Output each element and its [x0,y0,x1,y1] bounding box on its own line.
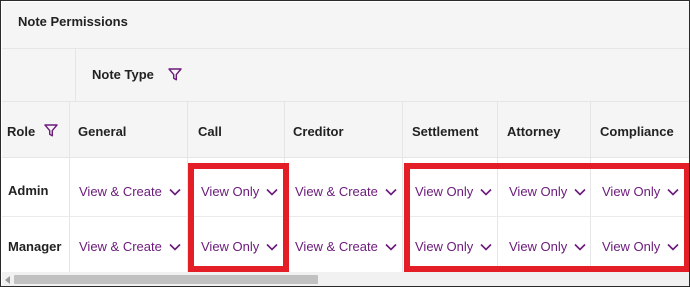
permission-dropdown[interactable]: View & Create [79,239,181,254]
dropdown-value: View & Create [79,184,162,199]
column-group-header: Note Type [2,49,689,102]
chevron-down-icon [385,188,397,196]
funnel-icon[interactable] [167,67,182,81]
column-header-creditor: Creditor [285,102,403,157]
permission-dropdown[interactable]: View & Create [295,184,397,199]
role-header-label: Role [7,124,36,139]
column-header-call: Call [188,102,285,157]
permission-dropdown[interactable]: View & Create [79,184,181,199]
column-header-row: Role General Call Creditor Settlement At… [2,102,689,158]
highlight-box-view-only-columns [404,163,689,272]
column-header-label: Creditor [293,124,344,139]
column-header-compliance: Compliance [591,102,689,157]
column-header-label: Call [198,124,222,139]
permission-cell-creditor: View & Create [285,217,403,272]
scrollbar-thumb[interactable] [14,275,318,284]
role-header-cell: Role [2,102,70,157]
chevron-down-icon [385,243,397,251]
dropdown-value: View & Create [79,239,162,254]
permission-dropdown[interactable]: View & Create [295,239,397,254]
dropdown-value: View & Create [295,184,378,199]
panel-header: Note Permissions [2,2,689,49]
permission-cell-general: View & Create [70,217,188,272]
permission-cell-creditor: View & Create [285,158,403,216]
role-label: Manager [8,239,62,254]
column-header-attorney: Attorney [498,102,591,157]
scroll-left-arrow-icon[interactable] [5,276,10,284]
column-header-settlement: Settlement [403,102,498,157]
note-permissions-panel: Note Permissions Note Type Role General … [0,0,690,287]
role-label: Admin [8,183,49,198]
chevron-down-icon [169,188,181,196]
role-cell: Admin [2,158,70,216]
column-header-label: Settlement [412,124,479,139]
role-cell: Manager [2,217,70,272]
panel-title: Note Permissions [18,14,128,29]
funnel-icon[interactable] [44,124,58,137]
note-type-label: Note Type [92,67,154,82]
note-type-group: Note Type [92,67,182,82]
chevron-down-icon [169,243,181,251]
column-header-label: Attorney [507,124,561,139]
permission-cell-general: View & Create [70,158,188,216]
horizontal-scrollbar[interactable] [2,272,689,286]
dropdown-value: View & Create [295,239,378,254]
column-header-label: General [78,124,127,139]
column-header-general: General [70,102,188,157]
group-spacer [2,49,76,101]
column-header-label: Compliance [600,124,674,139]
highlight-box-call-column [188,163,289,272]
